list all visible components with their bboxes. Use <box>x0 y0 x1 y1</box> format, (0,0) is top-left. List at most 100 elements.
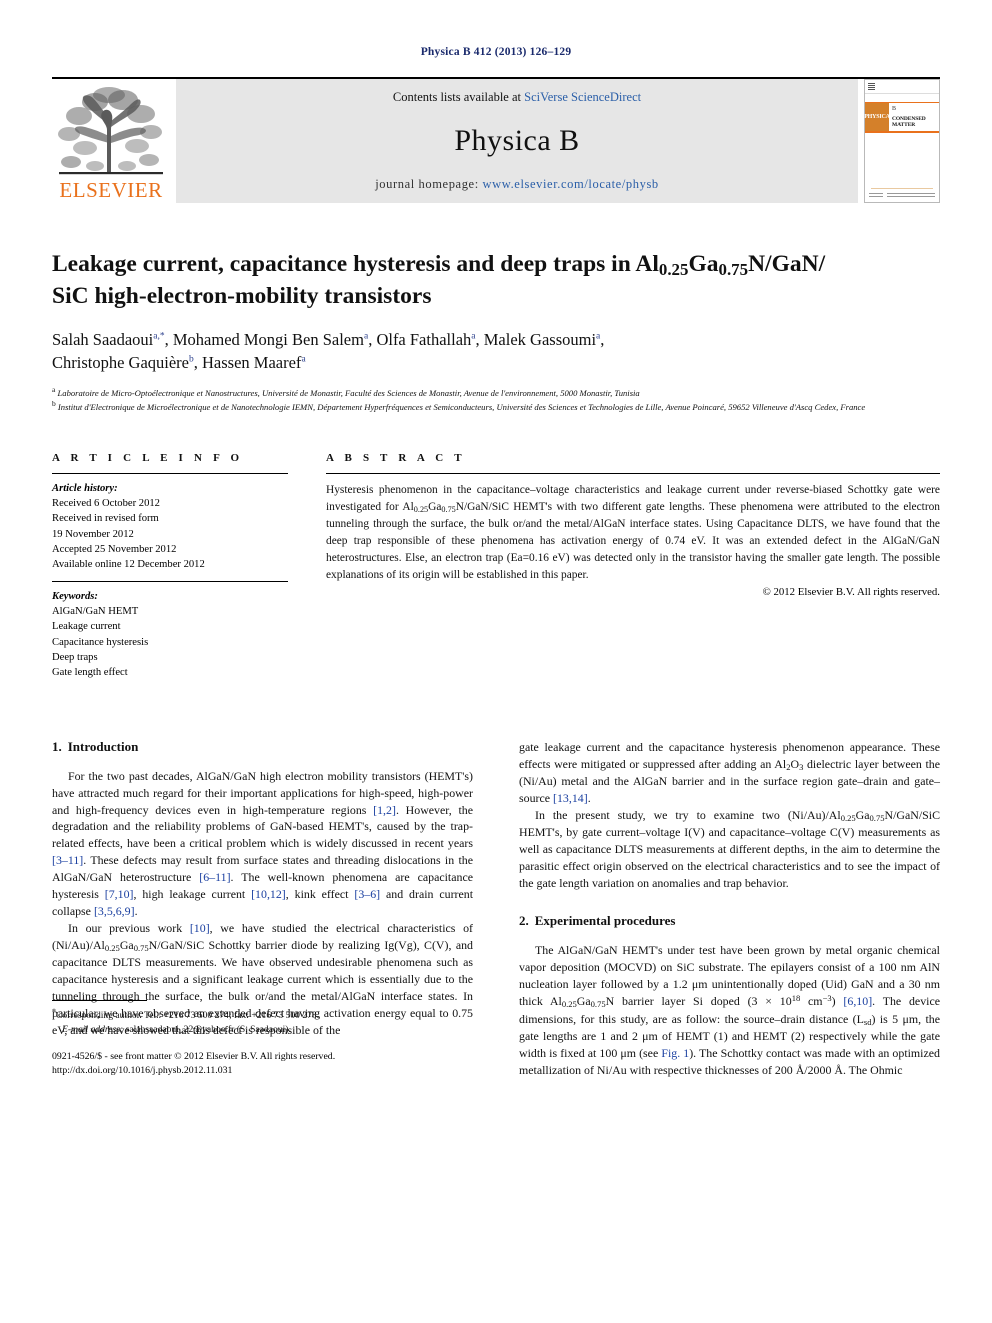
intro-paragraph-4: In the present study, we try to examine … <box>519 807 940 892</box>
corresponding-author-note: *Corresponding author. Tel.: +216 73 500… <box>52 1006 473 1023</box>
abstract-subscript-1: 0.25 <box>413 505 429 515</box>
section-heading-experimental: 2. Experimental procedures <box>519 913 940 929</box>
issn-doi-block: 0921-4526/$ - see front matter © 2012 El… <box>52 1050 473 1078</box>
citation-link[interactable]: [13,14] <box>553 791 588 805</box>
history-item: Accepted 25 November 2012 <box>52 543 177 555</box>
exp-p1-text-d: cm <box>800 994 823 1009</box>
author-affiliation-mark: a <box>301 354 306 365</box>
cover-title-band: PHYSICA B CONDENSED MATTER <box>864 102 939 133</box>
citation-link[interactable]: [3–11] <box>52 853 83 867</box>
exp-p1-text-b: Ga <box>576 994 591 1009</box>
article-history-block: Article history: Received 6 October 2012… <box>52 481 288 571</box>
cover-foot-rule <box>871 188 933 189</box>
citation-link[interactable]: [6–11] <box>199 870 230 884</box>
abstract-text: Hysteresis phenomenon in the capacitance… <box>326 482 940 583</box>
abstract-column: A B S T R A C T Hysteresis phenomenon in… <box>310 452 940 680</box>
history-item: Received in revised form <box>52 513 159 525</box>
author-name[interactable]: Salah Saadaoui <box>52 330 153 349</box>
intro-p2-subscript-2: 0.75 <box>133 942 149 953</box>
author-name[interactable]: Hassen Maaref <box>202 353 301 372</box>
body-left-column: 1. Introduction For the two past decades,… <box>52 739 473 1079</box>
intro-p4-subscript-2: 0.75 <box>869 812 885 823</box>
exp-p1-text-e: ) <box>831 994 844 1009</box>
exp-p1-superscript-1: 18 <box>791 993 801 1004</box>
email-link[interactable]: salahsaadaoui_22@yahoo.fr (S. Saadaoui). <box>123 1024 291 1035</box>
author-affiliation-mark: a <box>471 331 476 342</box>
sciencedirect-link[interactable]: SciVerse ScienceDirect <box>524 90 641 104</box>
intro-paragraph-3: gate leakage current and the capacitance… <box>519 739 940 807</box>
section-title: Introduction <box>67 738 139 754</box>
intro-paragraph-1: For the two past decades, AlGaN/GaN high… <box>52 768 473 920</box>
figure-reference-link[interactable]: Fig. 1 <box>661 1046 689 1060</box>
title-subscript-2: 0.75 <box>718 260 749 280</box>
masthead-center-panel: Contents lists available at SciVerse Sci… <box>176 79 858 203</box>
citation-link[interactable]: [3–6] <box>354 887 380 901</box>
abstract-part-2: Ga <box>428 501 442 514</box>
body-right-column: gate leakage current and the capacitance… <box>519 739 940 1079</box>
intro-p2-subscript-1: 0.25 <box>104 942 120 953</box>
exp-p1-superscript-2: −3 <box>822 993 832 1004</box>
intro-p1-text-h: . <box>134 904 138 918</box>
section-title: Experimental procedures <box>534 912 676 928</box>
exp-p1-subscript-1: 0.25 <box>561 999 577 1010</box>
citation-link[interactable]: [10] <box>190 921 210 935</box>
article-history-title: Article history: <box>52 483 118 495</box>
contents-prefix: Contents lists available at <box>392 90 525 104</box>
article-info-heading: A R T I C L E I N F O <box>52 452 244 465</box>
contents-available-line: Contents lists available at SciVerse Sci… <box>393 90 641 105</box>
citation-link[interactable]: [1,2] <box>373 803 396 817</box>
footnote-rule <box>52 1000 147 1002</box>
article-title: Leakage current, capacitance hysteresis … <box>52 249 940 312</box>
experimental-paragraph-1: The AlGaN/GaN HEMT's under test have bee… <box>519 942 940 1079</box>
journal-article-page: Physica B 412 (2013) 126–129 ELSEVIER Co… <box>0 0 992 1323</box>
intro-p4-text-a: In the present study, we try to examine … <box>535 807 841 822</box>
citation-link[interactable]: [6,10] <box>843 994 872 1008</box>
cover-blank-area <box>865 133 939 188</box>
keyword-item: Leakage current <box>52 621 121 633</box>
title-subscript-1: 0.25 <box>658 260 689 280</box>
intro-p2-text-a: In our previous work <box>68 920 190 935</box>
article-info-rule-mid <box>52 580 288 582</box>
article-info-rule-top <box>52 473 288 475</box>
intro-p3-text-b: O <box>790 756 800 771</box>
title-line-2: SiC high-electron-mobility transistors <box>52 283 432 310</box>
journal-cover-thumbnail: PHYSICA B CONDENSED MATTER <box>864 79 940 203</box>
doi-line[interactable]: http://dx.doi.org/10.1016/j.physb.2012.1… <box>52 1064 473 1078</box>
history-item: 19 November 2012 <box>52 528 134 540</box>
body-two-columns: 1. Introduction For the two past decades,… <box>52 739 940 1079</box>
cover-physica-label: PHYSICA <box>864 114 890 120</box>
author-name[interactable]: Malek Gassoumi <box>484 330 596 349</box>
author-affiliation-mark: a <box>596 331 601 342</box>
affiliation-b: b Institut d'Electronique de Microélectr… <box>52 399 866 413</box>
citation-link[interactable]: [3,5,6,9] <box>94 904 135 918</box>
author-name[interactable]: Mohamed Mongi Ben Salem <box>173 330 364 349</box>
citation-link[interactable]: [10,12] <box>251 887 286 901</box>
homepage-url-link[interactable]: www.elsevier.com/locate/physb <box>483 177 659 191</box>
intro-p3-text-d: . <box>587 790 591 805</box>
keyword-item: Gate length effect <box>52 667 128 679</box>
abstract-subscript-2: 0.75 <box>441 505 456 515</box>
footnote-area: *Corresponding author. Tel.: +216 73 500… <box>52 1000 473 1078</box>
email-note: E-mail address: salahsaadaoui_22@yahoo.f… <box>52 1023 473 1036</box>
author-name[interactable]: Olfa Fathallah <box>376 330 471 349</box>
journal-masthead: ELSEVIER Contents lists available at Sci… <box>52 77 940 203</box>
intro-p1-text-e: , high leakage current <box>133 887 252 902</box>
cover-band-right: B CONDENSED MATTER <box>889 103 939 131</box>
keyword-item: AlGaN/GaN HEMT <box>52 605 139 617</box>
citation-link[interactable]: [7,10] <box>105 887 134 901</box>
keywords-title: Keywords: <box>52 590 98 602</box>
author-affiliation-mark: a,* <box>153 331 165 342</box>
affiliations-block: a Laboratoire de Micro-Optoélectronique … <box>52 385 940 413</box>
homepage-prefix: journal homepage: <box>375 177 483 191</box>
cover-footer-right <box>887 193 935 198</box>
affiliation-a: a Laboratoire de Micro-Optoélectronique … <box>52 385 640 399</box>
journal-homepage-line: journal homepage: www.elsevier.com/locat… <box>375 177 659 192</box>
abstract-rule <box>326 473 940 475</box>
author-name[interactable]: Christophe Gaquière <box>52 353 189 372</box>
history-item: Received 6 October 2012 <box>52 498 160 510</box>
section-heading-introduction: 1. Introduction <box>52 739 473 755</box>
cover-volume-label: B <box>892 105 897 112</box>
keywords-block: Keywords: AlGaN/GaN HEMT Leakage current… <box>52 589 288 681</box>
email-label: E-mail address: <box>62 1023 124 1035</box>
info-abstract-region: A R T I C L E I N F O Article history: R… <box>52 452 940 680</box>
